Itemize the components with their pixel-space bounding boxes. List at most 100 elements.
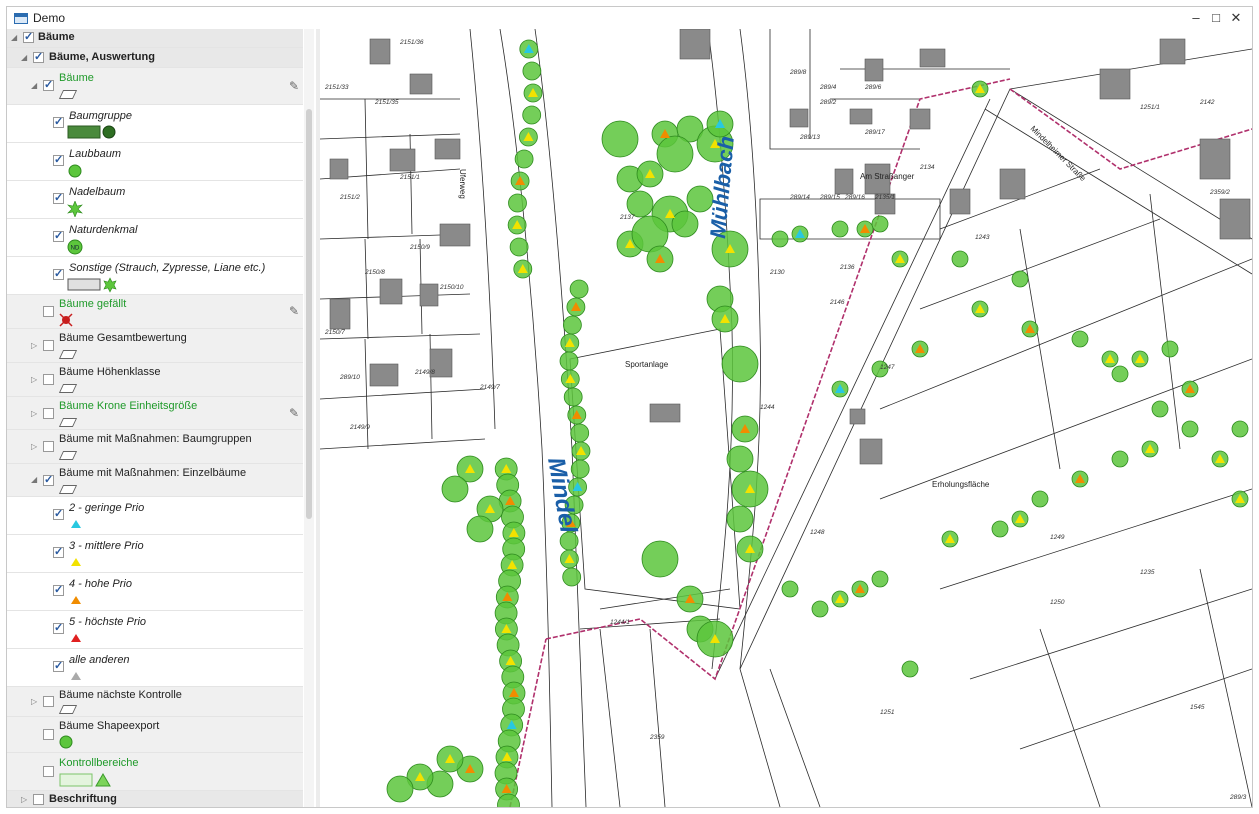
layer-baeume-gefaellt[interactable]: Bäume gefällt ✎ (7, 295, 303, 329)
checkbox-baeume-root[interactable] (23, 30, 34, 43)
expand-arrow-icon[interactable]: ▷ (31, 697, 37, 706)
expand-arrow-icon[interactable]: ▷ (31, 442, 37, 451)
tree-circle-icon (871, 215, 889, 233)
expand-arrow-icon[interactable]: ▷ (31, 409, 37, 418)
layer-baeume[interactable]: ◢ Bäume ✎ (7, 68, 303, 105)
layer-icon (58, 418, 78, 427)
parcel-label: 289/17 (864, 129, 885, 136)
legend-label: Nadelbaum (69, 186, 126, 198)
checkbox-legend[interactable] (53, 153, 64, 166)
scrollbar-thumb[interactable] (306, 109, 312, 519)
layer-baeume-krone[interactable]: ▷ Bäume Krone Einheitsgröße ✎ (7, 397, 303, 430)
tree-node-baeume-root[interactable]: ◢ Bäume (7, 29, 303, 48)
close-button[interactable]: ✕ (1226, 9, 1246, 27)
legend-item-sonstige[interactable]: Sonstige (Strauch, Zypresse, Liane etc.) (7, 257, 303, 295)
layer-massnahmen-baumgruppen[interactable]: ▷ Bäume mit Maßnahmen: Baumgruppen (7, 430, 303, 464)
layer-label: Kontrollbereiche (59, 757, 139, 769)
collapse-arrow-icon[interactable]: ◢ (11, 33, 17, 42)
tree-circle-icon (570, 423, 590, 443)
building-footprint (909, 108, 931, 130)
tree-node-label: Beschriftung (49, 793, 117, 805)
layer-baeume-hoehenklasse[interactable]: ▷ Bäume Höhenklasse (7, 363, 303, 397)
prio-2-triangle-icon (71, 520, 81, 528)
checkbox-legend[interactable] (53, 545, 64, 558)
checkbox-layer[interactable] (43, 374, 54, 385)
legend-item-laubbaum[interactable]: Laubbaum (7, 143, 303, 181)
tree-circle-icon (569, 279, 589, 299)
checkbox-layer[interactable] (43, 696, 54, 707)
edit-pencil-icon[interactable]: ✎ (289, 304, 299, 318)
checkbox-legend[interactable] (53, 267, 64, 280)
parcel-label: 2150/7 (324, 329, 345, 336)
checkbox-layer[interactable] (43, 340, 54, 351)
collapse-arrow-icon[interactable]: ◢ (31, 475, 37, 484)
tree-circle-icon (951, 250, 969, 268)
map-canvas[interactable]: Mindel Mühlbach Am Straßanger Mindelheimer … (320, 29, 1252, 807)
layer-tree-scrollbar[interactable] (304, 29, 314, 807)
checkbox-legend[interactable] (53, 507, 64, 520)
expand-arrow-icon[interactable]: ▷ (31, 375, 37, 384)
legend-item-baumgruppe[interactable]: Baumgruppe (7, 105, 303, 143)
tree-circle-icon (570, 459, 590, 479)
tree-circle-icon (781, 580, 799, 598)
checkbox-layer-baeume[interactable] (43, 78, 54, 91)
legend-item-prio-4[interactable]: 4 - hohe Prio (7, 573, 303, 611)
checkbox-legend[interactable] (53, 621, 64, 634)
building-footprint (789, 108, 809, 128)
edit-pencil-icon[interactable]: ✎ (289, 406, 299, 420)
legend-item-prio-5[interactable]: 5 - höchste Prio (7, 611, 303, 649)
building-footprint (329, 298, 351, 330)
layer-kontrollbereiche[interactable]: Kontrollbereiche (7, 753, 303, 791)
checkbox-layer[interactable] (43, 729, 54, 740)
parcel-label: 289/3 (1229, 794, 1247, 801)
parcel-label: 2136 (839, 264, 855, 271)
layer-label: Bäume gefällt (59, 298, 127, 310)
tree-circle-icon (466, 515, 494, 543)
parcel-label: 1248 (810, 529, 825, 536)
parcel-label: 2149/9 (349, 424, 370, 431)
checkbox-layer[interactable] (43, 766, 54, 777)
legend-item-naturdenkmal[interactable]: Naturdenkmal ND (7, 219, 303, 257)
legend-item-nadelbaum[interactable]: Nadelbaum (7, 181, 303, 219)
legend-label: 5 - höchste Prio (69, 616, 147, 628)
building-footprint (849, 108, 873, 125)
checkbox-beschriftung[interactable] (33, 794, 44, 805)
expand-arrow-icon[interactable]: ▷ (31, 341, 37, 350)
parcel-label: 2151/2 (339, 194, 360, 201)
checkbox-layer[interactable] (43, 408, 54, 419)
edit-pencil-icon[interactable]: ✎ (289, 79, 299, 93)
parcel-label: 289/13 (799, 134, 820, 141)
layer-massnahmen-einzelbaeume[interactable]: ◢ Bäume mit Maßnahmen: Einzelbäume (7, 464, 303, 497)
legend-item-prio-3[interactable]: 3 - mittlere Prio (7, 535, 303, 573)
parcel-label: 289/14 (789, 194, 810, 201)
checkbox-legend[interactable] (53, 583, 64, 596)
collapse-arrow-icon[interactable]: ◢ (21, 53, 27, 62)
tree-node-beschriftung[interactable]: ▷ Beschriftung (7, 791, 303, 807)
tree-node-baeume-auswertung[interactable]: ◢ Bäume, Auswertung (7, 48, 303, 68)
layer-baeume-gesamtbewertung[interactable]: ▷ Bäume Gesamtbewertung (7, 329, 303, 363)
street-label: Mindelheimer Straße (1029, 124, 1088, 183)
checkbox-legend[interactable] (53, 191, 64, 204)
legend-item-alle-anderen[interactable]: alle anderen (7, 649, 303, 687)
tree-circle-icon (562, 567, 582, 587)
checkbox-legend[interactable] (53, 659, 64, 672)
tree-circle-icon (441, 475, 469, 503)
checkbox-baeume-auswertung[interactable] (33, 50, 44, 63)
collapse-arrow-icon[interactable]: ◢ (31, 81, 37, 90)
checkbox-layer[interactable] (43, 473, 54, 486)
checkbox-legend[interactable] (53, 115, 64, 128)
parcel-label: 2149/7 (479, 384, 500, 391)
checkbox-layer[interactable] (43, 306, 54, 317)
checkbox-layer[interactable] (43, 441, 54, 452)
layer-shapeexport[interactable]: Bäume Shapeexport (7, 717, 303, 753)
layer-naechste-kontrolle[interactable]: ▷ Bäume nächste Kontrolle (7, 687, 303, 717)
gefaellt-symbol-icon (59, 313, 73, 327)
layer-icon (58, 350, 78, 359)
legend-item-prio-2[interactable]: 2 - geringe Prio (7, 497, 303, 535)
building-footprint (329, 158, 349, 180)
layer-label: Bäume mit Maßnahmen: Einzelbäume (59, 467, 247, 479)
expand-arrow-icon[interactable]: ▷ (21, 795, 27, 804)
checkbox-legend[interactable] (53, 229, 64, 242)
minimize-button[interactable]: – (1186, 9, 1206, 27)
maximize-button[interactable]: □ (1206, 9, 1226, 27)
